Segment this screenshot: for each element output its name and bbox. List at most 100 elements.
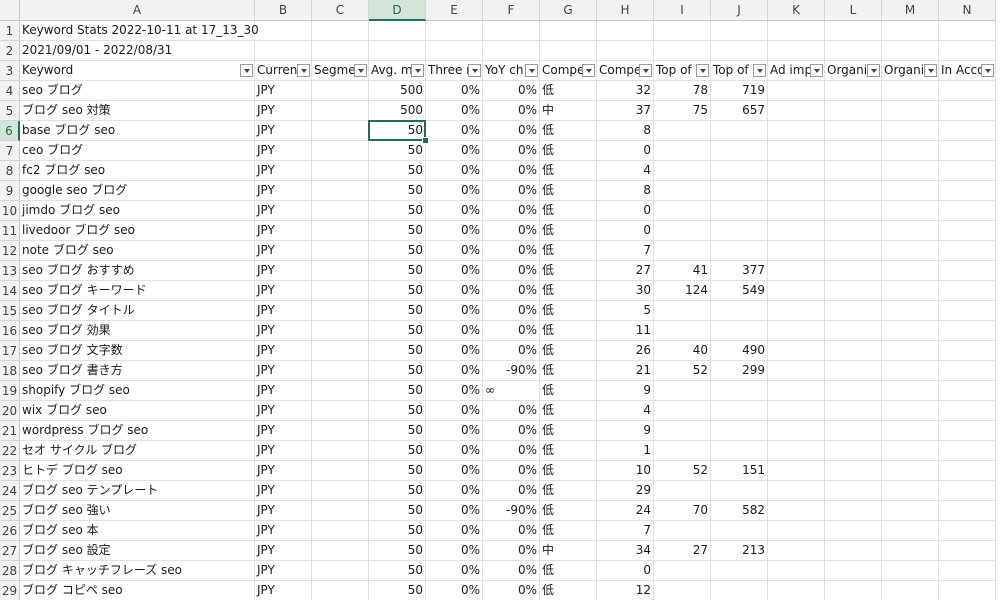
cell-e8[interactable]: 0% <box>426 161 483 181</box>
cell-d20[interactable]: 50 <box>369 401 426 421</box>
grid-cell[interactable] <box>768 161 825 181</box>
grid-cell[interactable] <box>312 181 369 201</box>
grid-cell[interactable] <box>939 141 996 161</box>
grid-cell[interactable] <box>768 421 825 441</box>
cell-b19[interactable]: JPY <box>255 381 312 401</box>
row-header-6[interactable]: 6 <box>0 121 20 141</box>
grid-cell[interactable] <box>882 201 939 221</box>
grid-cell[interactable] <box>939 481 996 501</box>
row-header-20[interactable]: 20 <box>0 401 20 421</box>
cell-a18[interactable]: seo ブログ 書き方 <box>20 361 255 381</box>
row-header-29[interactable]: 29 <box>0 581 20 600</box>
cell-g27[interactable]: 中 <box>540 541 597 561</box>
grid-cell[interactable] <box>711 581 768 600</box>
grid-cell[interactable] <box>768 541 825 561</box>
cell-g20[interactable]: 低 <box>540 401 597 421</box>
cell-d8[interactable]: 50 <box>369 161 426 181</box>
grid-cell[interactable] <box>597 21 654 41</box>
cell-b4[interactable]: JPY <box>255 81 312 101</box>
cell-f18[interactable]: -90% <box>483 361 540 381</box>
cell-b21[interactable]: JPY <box>255 421 312 441</box>
cell-e27[interactable]: 0% <box>426 541 483 561</box>
grid-cell[interactable] <box>882 281 939 301</box>
cell-d27[interactable]: 50 <box>369 541 426 561</box>
grid-cell[interactable] <box>882 561 939 581</box>
cell-e4[interactable]: 0% <box>426 81 483 101</box>
cell-h28[interactable]: 0 <box>597 561 654 581</box>
cell-e5[interactable]: 0% <box>426 101 483 121</box>
row-header-27[interactable]: 27 <box>0 541 20 561</box>
grid-cell[interactable] <box>654 241 711 261</box>
grid-cell[interactable] <box>312 221 369 241</box>
column-header-g[interactable]: G <box>540 0 597 21</box>
cell-i27[interactable]: 27 <box>654 541 711 561</box>
cell-d11[interactable]: 50 <box>369 221 426 241</box>
column-header-n[interactable]: N <box>939 0 996 21</box>
row-header-24[interactable]: 24 <box>0 481 20 501</box>
grid-cell[interactable] <box>882 521 939 541</box>
cell-e21[interactable]: 0% <box>426 421 483 441</box>
cell-h24[interactable]: 29 <box>597 481 654 501</box>
grid-cell[interactable] <box>825 101 882 121</box>
grid-cell[interactable] <box>312 481 369 501</box>
grid-cell[interactable] <box>825 361 882 381</box>
column-header-c[interactable]: C <box>312 0 369 21</box>
row-header-22[interactable]: 22 <box>0 441 20 461</box>
grid-cell[interactable] <box>825 581 882 600</box>
row-header-19[interactable]: 19 <box>0 381 20 401</box>
cell-b29[interactable]: JPY <box>255 581 312 600</box>
cell-e20[interactable]: 0% <box>426 401 483 421</box>
cell-b20[interactable]: JPY <box>255 401 312 421</box>
grid-cell[interactable] <box>768 321 825 341</box>
grid-cell[interactable] <box>939 441 996 461</box>
row-header-13[interactable]: 13 <box>0 261 20 281</box>
cell-d10[interactable]: 50 <box>369 201 426 221</box>
row-header-3[interactable]: 3 <box>0 61 20 81</box>
cell-f24[interactable]: 0% <box>483 481 540 501</box>
cell-a19[interactable]: shopify ブログ seo <box>20 381 255 401</box>
filter-dropdown-icon[interactable] <box>582 64 595 77</box>
row-header-23[interactable]: 23 <box>0 461 20 481</box>
grid-cell[interactable] <box>825 41 882 61</box>
cell-d12[interactable]: 50 <box>369 241 426 261</box>
grid-cell[interactable] <box>939 21 996 41</box>
cell-f7[interactable]: 0% <box>483 141 540 161</box>
cell-g15[interactable]: 低 <box>540 301 597 321</box>
cell-a25[interactable]: ブログ seo 強い <box>20 501 255 521</box>
grid-cell[interactable] <box>483 21 540 41</box>
grid-cell[interactable] <box>768 241 825 261</box>
select-all-corner[interactable] <box>0 0 20 21</box>
cell-e9[interactable]: 0% <box>426 181 483 201</box>
cell-f27[interactable]: 0% <box>483 541 540 561</box>
cell-f9[interactable]: 0% <box>483 181 540 201</box>
row-header-25[interactable]: 25 <box>0 501 20 521</box>
grid-cell[interactable] <box>654 21 711 41</box>
cell-h5[interactable]: 37 <box>597 101 654 121</box>
grid-cell[interactable] <box>825 301 882 321</box>
cell-d5[interactable]: 500 <box>369 101 426 121</box>
cell-b10[interactable]: JPY <box>255 201 312 221</box>
grid-cell[interactable] <box>312 161 369 181</box>
cell-a8[interactable]: fc2 ブログ seo <box>20 161 255 181</box>
grid-cell[interactable] <box>768 301 825 321</box>
grid-cell[interactable] <box>825 521 882 541</box>
cell-e12[interactable]: 0% <box>426 241 483 261</box>
grid-cell[interactable] <box>426 21 483 41</box>
cell-e28[interactable]: 0% <box>426 561 483 581</box>
cell-d15[interactable]: 50 <box>369 301 426 321</box>
cell-a5[interactable]: ブログ seo 対策 <box>20 101 255 121</box>
grid-cell[interactable] <box>882 121 939 141</box>
grid-cell[interactable] <box>711 21 768 41</box>
filter-dropdown-icon[interactable] <box>297 64 310 77</box>
cell-f17[interactable]: 0% <box>483 341 540 361</box>
grid-cell[interactable] <box>654 181 711 201</box>
filter-dropdown-icon[interactable] <box>468 64 481 77</box>
filter-dropdown-icon[interactable] <box>525 64 538 77</box>
cell-f12[interactable]: 0% <box>483 241 540 261</box>
cell-h18[interactable]: 21 <box>597 361 654 381</box>
cell-g13[interactable]: 低 <box>540 261 597 281</box>
grid-cell[interactable] <box>825 441 882 461</box>
grid-cell[interactable] <box>825 481 882 501</box>
grid-cell[interactable] <box>312 501 369 521</box>
cell-d16[interactable]: 50 <box>369 321 426 341</box>
